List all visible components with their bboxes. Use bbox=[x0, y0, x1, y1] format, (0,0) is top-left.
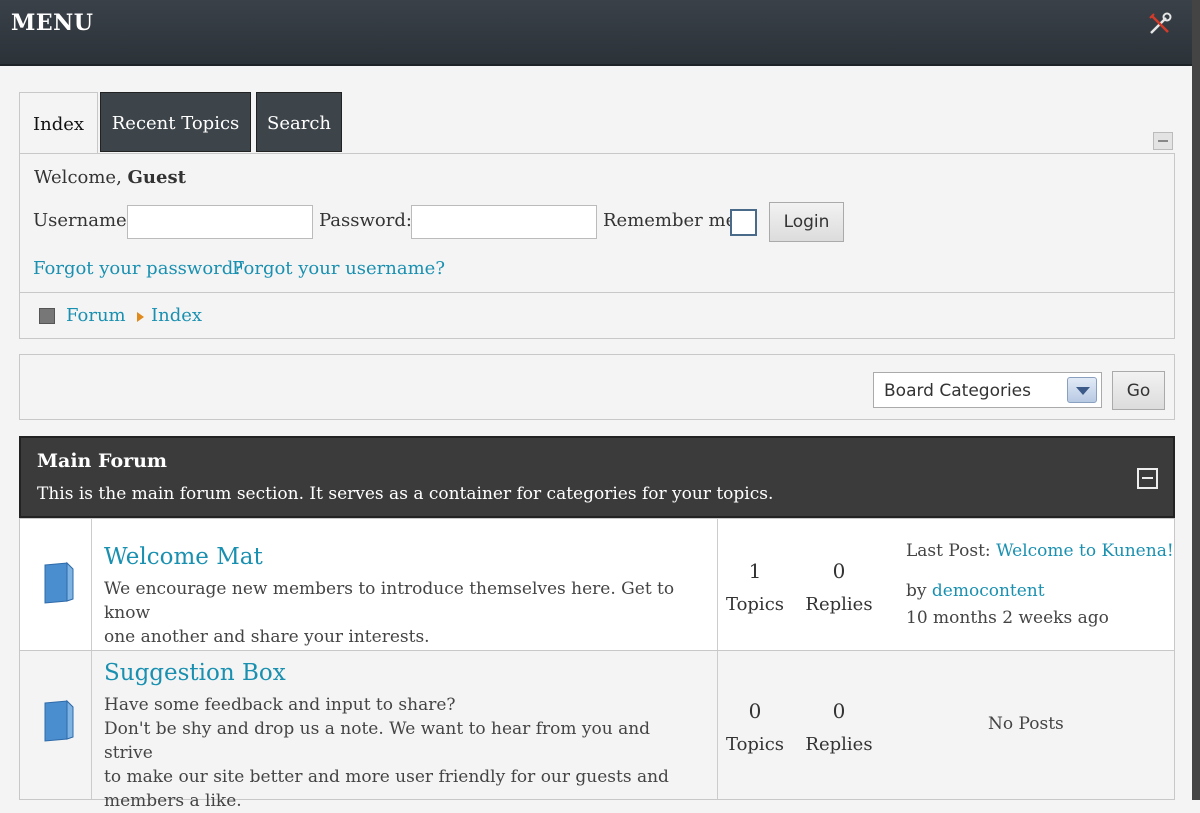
column-divider bbox=[717, 519, 718, 650]
tab-index[interactable]: Index bbox=[19, 92, 98, 154]
main-forum-header: Main Forum This is the main forum sectio… bbox=[19, 436, 1175, 518]
username-label: Username: bbox=[33, 210, 133, 231]
replies-label: Replies bbox=[805, 734, 873, 755]
breadcrumb-forum[interactable]: Forum bbox=[66, 305, 126, 326]
forum-description: Have some feedback and input to share? D… bbox=[104, 693, 704, 813]
column-divider bbox=[91, 651, 92, 799]
column-divider bbox=[91, 519, 92, 650]
forum-description-line: members a like. bbox=[104, 791, 242, 811]
replies-count: 0 bbox=[832, 699, 846, 723]
topics-label: Topics bbox=[725, 734, 785, 755]
forum-description-line: Don't be shy and drop us a note. We want… bbox=[104, 719, 651, 763]
remember-checkbox[interactable] bbox=[730, 209, 757, 236]
table-row: Suggestion Box Have some feedback and in… bbox=[19, 650, 1175, 811]
tab-recent-topics[interactable]: Recent Topics bbox=[100, 92, 251, 152]
last-post-label: Last Post: bbox=[906, 541, 991, 561]
forum-icon bbox=[43, 699, 75, 743]
top-menu-bar: MENU bbox=[0, 0, 1200, 66]
replies-label: Replies bbox=[805, 594, 873, 615]
welcome-text: Welcome, Guest bbox=[34, 167, 186, 188]
welcome-prefix: Welcome, bbox=[34, 167, 122, 188]
home-icon bbox=[39, 308, 55, 324]
last-post-link[interactable]: Welcome to Kunena! bbox=[996, 541, 1174, 561]
forum-description-line: to make our site better and more user fr… bbox=[104, 767, 669, 787]
forgot-password-link[interactable]: Forgot your password? bbox=[33, 258, 243, 279]
forum-description-line: Have some feedback and input to share? bbox=[104, 695, 456, 715]
welcome-user: Guest bbox=[127, 167, 186, 188]
collapse-icon[interactable] bbox=[1137, 468, 1158, 489]
username-field[interactable] bbox=[127, 205, 313, 239]
forum-icon bbox=[43, 561, 75, 605]
topics-count: 0 bbox=[748, 699, 762, 723]
breadcrumb-index[interactable]: Index bbox=[151, 305, 202, 326]
forum-description-line: We encourage new members to introduce th… bbox=[104, 579, 675, 623]
last-post-time: 10 months 2 weeks ago bbox=[906, 608, 1109, 628]
collapse-login-icon[interactable] bbox=[1153, 132, 1173, 150]
select-value: Board Categories bbox=[884, 381, 1031, 401]
board-categories-select[interactable]: Board Categories bbox=[873, 372, 1102, 408]
tools-icon[interactable] bbox=[1146, 10, 1174, 38]
no-posts-text: No Posts bbox=[988, 714, 1064, 734]
topics-label: Topics bbox=[725, 594, 785, 615]
password-label: Password: bbox=[319, 210, 412, 231]
tab-search[interactable]: Search bbox=[256, 92, 342, 152]
last-post-author-line: by democontent bbox=[906, 581, 1045, 601]
window-edge bbox=[1192, 0, 1200, 800]
topics-count: 1 bbox=[748, 559, 762, 583]
go-button[interactable]: Go bbox=[1112, 371, 1165, 410]
password-field[interactable] bbox=[411, 205, 597, 239]
main-forum-description: This is the main forum section. It serve… bbox=[37, 484, 774, 504]
chevron-down-icon[interactable] bbox=[1067, 377, 1097, 403]
forum-description: We encourage new members to introduce th… bbox=[104, 577, 704, 649]
column-divider bbox=[717, 651, 718, 799]
menu-title[interactable]: MENU bbox=[11, 10, 93, 36]
login-button[interactable]: Login bbox=[769, 202, 844, 242]
table-row: Welcome Mat We encourage new members to … bbox=[19, 518, 1175, 651]
forum-title-link[interactable]: Suggestion Box bbox=[104, 660, 286, 686]
replies-count: 0 bbox=[832, 559, 846, 583]
forgot-username-link[interactable]: Forgot your username? bbox=[232, 258, 445, 279]
forum-description-line: one another and share your interests. bbox=[104, 627, 430, 647]
remember-label: Remember me bbox=[603, 210, 737, 231]
last-post: Last Post: Welcome to Kunena! bbox=[906, 541, 1174, 561]
main-forum-title[interactable]: Main Forum bbox=[37, 450, 167, 472]
forum-title-link[interactable]: Welcome Mat bbox=[104, 544, 263, 570]
by-label: by bbox=[906, 581, 927, 601]
author-link[interactable]: democontent bbox=[932, 581, 1045, 601]
breadcrumb-arrow-icon bbox=[137, 312, 144, 322]
